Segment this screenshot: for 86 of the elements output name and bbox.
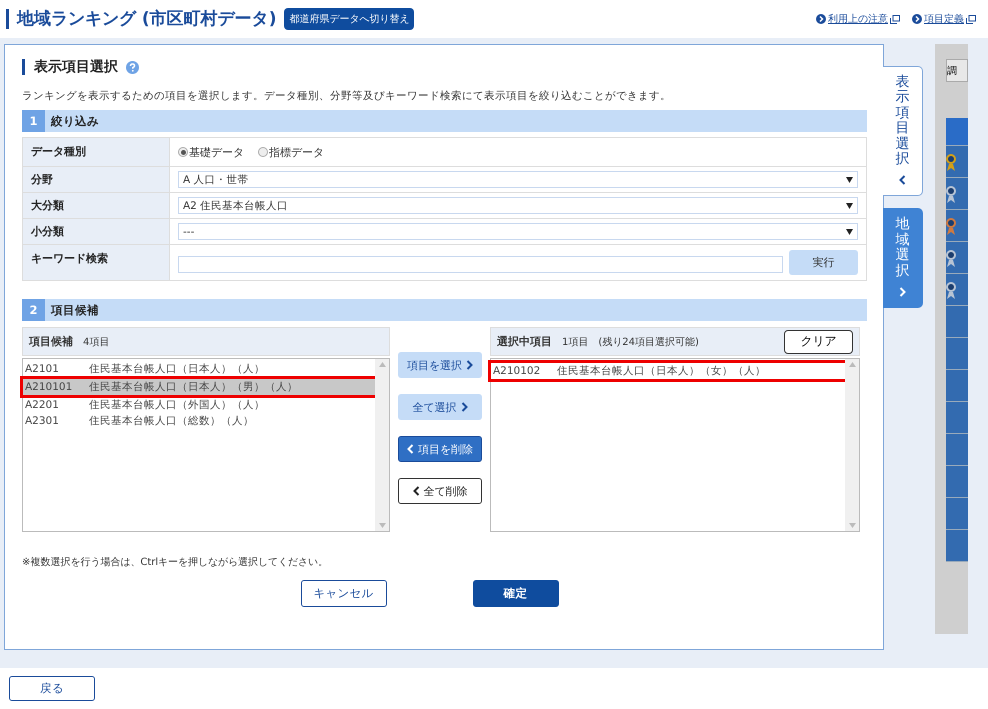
list-item[interactable]: A210102 住民基本台帳人口（日本人）（女）（人） [491, 363, 845, 379]
field-label: 分野 [23, 167, 170, 192]
table-cell [946, 434, 968, 466]
scroll-up-icon[interactable] [378, 362, 386, 367]
step-number: 2 [22, 299, 45, 321]
item-name: 住民基本台帳人口（日本人）（人） [89, 362, 265, 376]
description: ランキングを表示するための項目を選択します。データ種別、分野等及びキーワード検索にて表示項目を絞り込むことができます。 [22, 89, 672, 103]
table-cell [946, 402, 968, 434]
transfer-button[interactable]: 全て選択 [398, 394, 482, 420]
radio-option[interactable]: 指標データ [258, 144, 324, 160]
transfer-button[interactable]: 項目を選択 [398, 352, 482, 378]
side-tab[interactable]: 表示項目選択 [883, 66, 923, 196]
external-link-icon [966, 14, 976, 24]
remaining-count: (残り24項目選択可能) [598, 336, 699, 348]
medal-icon [946, 248, 956, 268]
header-link[interactable]: 利用上の注意 [816, 12, 900, 26]
step-title: 項目候補 [51, 302, 99, 318]
scroll-down-icon[interactable] [848, 523, 856, 528]
item-code: A2201 [24, 399, 60, 411]
help-icon[interactable] [126, 60, 139, 74]
clear-button[interactable]: クリア [784, 330, 853, 354]
medal-icon [946, 280, 956, 300]
item-count: 1項目 [562, 336, 588, 348]
chevron-left-icon [412, 486, 420, 496]
item-name: 住民基本台帳人口（外国人）（人） [89, 398, 265, 412]
list-title: 項目候補 [29, 334, 73, 349]
keyword-field[interactable] [178, 256, 783, 273]
list-title: 選択中項目 [497, 334, 552, 349]
field-label: キーワード検索 [23, 245, 170, 280]
dropdown[interactable]: --- [178, 223, 858, 240]
back-button[interactable]: 戻る [9, 676, 95, 701]
item-name: 住民基本台帳人口（日本人）（男）（人） [89, 380, 298, 394]
item-code: A2301 [24, 415, 60, 427]
chevron-left-icon [407, 444, 414, 454]
scroll-down-icon[interactable] [378, 523, 386, 528]
table-cell [946, 498, 968, 530]
chevron-right-icon [899, 286, 906, 297]
medal-icon [946, 152, 956, 172]
chevron-right-icon [466, 360, 473, 370]
page-title: 地域ランキング (市区町村データ) [6, 9, 276, 29]
chevron-right-icon [460, 402, 468, 412]
list-item[interactable]: A2201 住民基本台帳人口（外国人）（人） [23, 397, 375, 413]
list-item[interactable]: A2301 住民基本台帳人口（総数）（人） [23, 413, 375, 429]
table-cell [946, 370, 968, 402]
table-cell [946, 466, 968, 498]
dropdown-arrow-icon [846, 202, 853, 208]
arrow-circle-icon [912, 14, 922, 24]
field-label: 小分類 [23, 219, 170, 244]
dropdown[interactable]: A 人口・世帯 [178, 171, 858, 188]
item-name: 住民基本台帳人口（日本人）（女）（人） [557, 364, 766, 378]
dropdown-arrow-icon [846, 176, 853, 182]
list-item[interactable]: A2101 住民基本台帳人口（日本人）（人） [23, 361, 375, 377]
survey-button[interactable]: 調 [946, 59, 968, 82]
step-number: 1 [22, 110, 45, 132]
side-tab[interactable]: 地域選択 [883, 208, 923, 308]
field-label: データ種別 [23, 138, 170, 166]
section-title: 表示項目選択 [34, 59, 118, 75]
hint-text: ※複数選択を行う場合は、Ctrlキーを押しながら選択してください。 [22, 556, 330, 569]
item-code: A2101 [24, 363, 60, 375]
external-link-icon [890, 14, 900, 24]
scrollbar[interactable] [845, 359, 859, 531]
table-cell [946, 530, 968, 562]
radio-option[interactable]: 基礎データ [178, 144, 244, 160]
chevron-left-icon [899, 175, 906, 186]
medal-icon [946, 216, 956, 236]
medal-icon [946, 184, 956, 204]
item-code: A210101 [24, 381, 74, 393]
execute-button[interactable]: 実行 [789, 250, 858, 275]
item-count: 4項目 [83, 336, 110, 348]
item-name: 住民基本台帳人口（総数）（人） [89, 414, 254, 428]
scroll-up-icon[interactable] [848, 362, 856, 367]
table-cell [946, 338, 968, 370]
field-label: 大分類 [23, 193, 170, 218]
list-item[interactable]: A210101 住民基本台帳人口（日本人）（男）（人） [23, 379, 375, 395]
step-title: 絞り込み [51, 114, 99, 128]
arrow-circle-icon [816, 14, 826, 24]
transfer-button[interactable]: 全て削除 [398, 478, 482, 504]
transfer-button[interactable]: 項目を削除 [398, 436, 482, 462]
cancel-button[interactable]: キャンセル [300, 580, 386, 607]
confirm-button[interactable]: 確定 [472, 580, 558, 607]
switch-button[interactable]: 都道府県データへ切り替え [284, 8, 414, 30]
header-link[interactable]: 項目定義 [912, 12, 976, 26]
dropdown-arrow-icon [846, 228, 853, 234]
dropdown[interactable]: A2 住民基本台帳人口 [178, 197, 858, 214]
scrollbar[interactable] [375, 359, 389, 531]
item-code: A210102 [492, 365, 542, 377]
